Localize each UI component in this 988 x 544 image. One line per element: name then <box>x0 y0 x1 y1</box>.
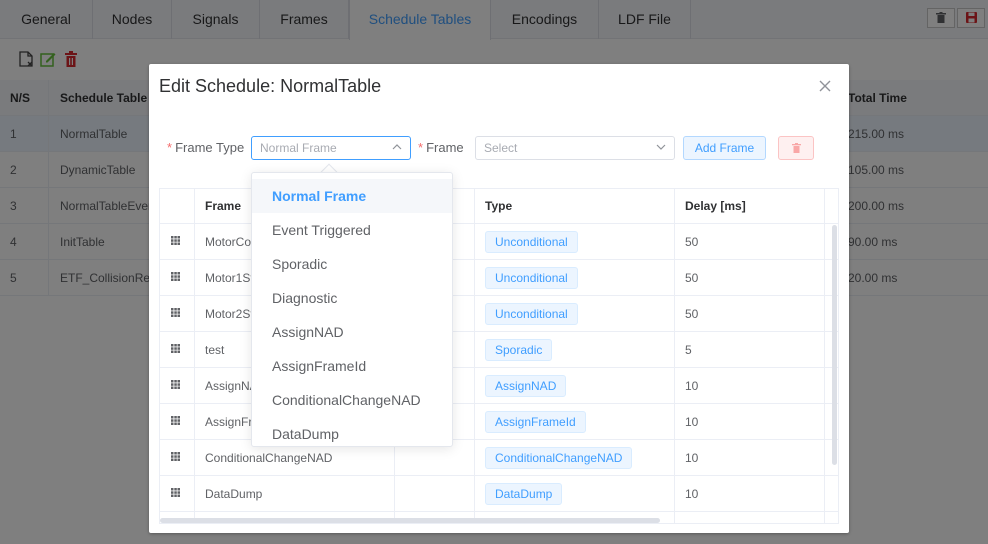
delay-value: 5 <box>685 343 692 357</box>
drag-handle-icon[interactable] <box>171 452 180 461</box>
drag-handle-icon[interactable] <box>171 236 180 245</box>
header-delay: Delay [ms] <box>685 199 746 213</box>
horizontal-scrollbar[interactable] <box>160 518 660 523</box>
delete-frame-button[interactable] <box>778 136 814 160</box>
table-row[interactable]: DataDump DataDump 10 <box>160 476 838 512</box>
type-tag: Unconditional <box>485 267 578 289</box>
type-cell: Unconditional <box>475 260 675 296</box>
column-divider <box>824 189 825 523</box>
type-tag: Sporadic <box>485 339 553 361</box>
frame-type-select[interactable]: Normal Frame <box>251 136 411 160</box>
column-divider <box>474 189 475 523</box>
type-cell: DataDump <box>475 476 675 512</box>
dropdown-option-datadump[interactable]: DataDump <box>252 417 452 446</box>
delay-value: 50 <box>685 271 699 285</box>
type-cell: AssignFrameId <box>475 404 675 440</box>
vertical-scrollbar[interactable] <box>832 225 837 465</box>
frame-type-value: Normal Frame <box>260 141 337 155</box>
type-tag: AssignNAD <box>485 375 567 397</box>
column-divider <box>194 189 195 523</box>
frame-type-dropdown: Normal Frame Event Triggered Sporadic Di… <box>251 172 453 447</box>
frame-placeholder: Select <box>484 141 518 155</box>
dropdown-option-sporadic[interactable]: Sporadic <box>252 247 452 281</box>
delay-value: 10 <box>685 487 699 501</box>
drag-handle-icon[interactable] <box>171 380 180 389</box>
chevron-down-icon <box>656 144 666 150</box>
delay-value: 50 <box>685 235 699 249</box>
add-frame-button[interactable]: Add Frame <box>683 136 766 160</box>
trash-icon <box>792 143 801 153</box>
frame-name: DataDump <box>205 487 263 501</box>
frame-label: * Frame <box>418 140 464 155</box>
type-tag: Unconditional <box>485 303 578 325</box>
delay-value: 10 <box>685 379 699 393</box>
type-cell: Unconditional <box>475 224 675 260</box>
drag-handle-icon[interactable] <box>171 416 180 425</box>
type-cell: AssignNAD <box>475 368 675 404</box>
type-tag: DataDump <box>485 483 563 505</box>
frame-select[interactable]: Select <box>475 136 675 160</box>
drag-handle-icon[interactable] <box>171 272 180 281</box>
drag-handle-icon[interactable] <box>171 308 180 317</box>
chevron-up-icon <box>392 144 402 150</box>
dropdown-option-assignnad[interactable]: AssignNAD <box>252 315 452 349</box>
dropdown-option-diagnostic[interactable]: Diagnostic <box>252 281 452 315</box>
delay-value: 10 <box>685 451 699 465</box>
type-cell: Unconditional <box>475 296 675 332</box>
type-tag: ConditionalChangeNAD <box>485 447 633 469</box>
dropdown-option-event-triggered[interactable]: Event Triggered <box>252 213 452 247</box>
frame-type-label: * Frame Type <box>167 140 245 155</box>
delay-value: 10 <box>685 415 699 429</box>
type-tag: Unconditional <box>485 231 578 253</box>
close-icon[interactable] <box>817 78 833 94</box>
frame-type-label-text: Frame Type <box>175 140 245 155</box>
header-type: Type <box>485 199 513 213</box>
column-divider <box>674 189 675 523</box>
drag-handle-icon[interactable] <box>171 344 180 353</box>
dropdown-option-assignframeid[interactable]: AssignFrameId <box>252 349 452 383</box>
dropdown-option-conditionalchangenad[interactable]: ConditionalChangeNAD <box>252 383 452 417</box>
type-cell: ConditionalChangeNAD <box>475 440 675 476</box>
drag-handle-icon[interactable] <box>171 488 180 497</box>
dialog-title: Edit Schedule: NormalTable <box>159 76 382 96</box>
frame-label-text: Frame <box>426 140 464 155</box>
type-tag: AssignFrameId <box>485 411 586 433</box>
delay-value: 50 <box>685 307 699 321</box>
dropdown-option-normal-frame[interactable]: Normal Frame <box>252 179 452 213</box>
type-cell: Sporadic <box>475 332 675 368</box>
